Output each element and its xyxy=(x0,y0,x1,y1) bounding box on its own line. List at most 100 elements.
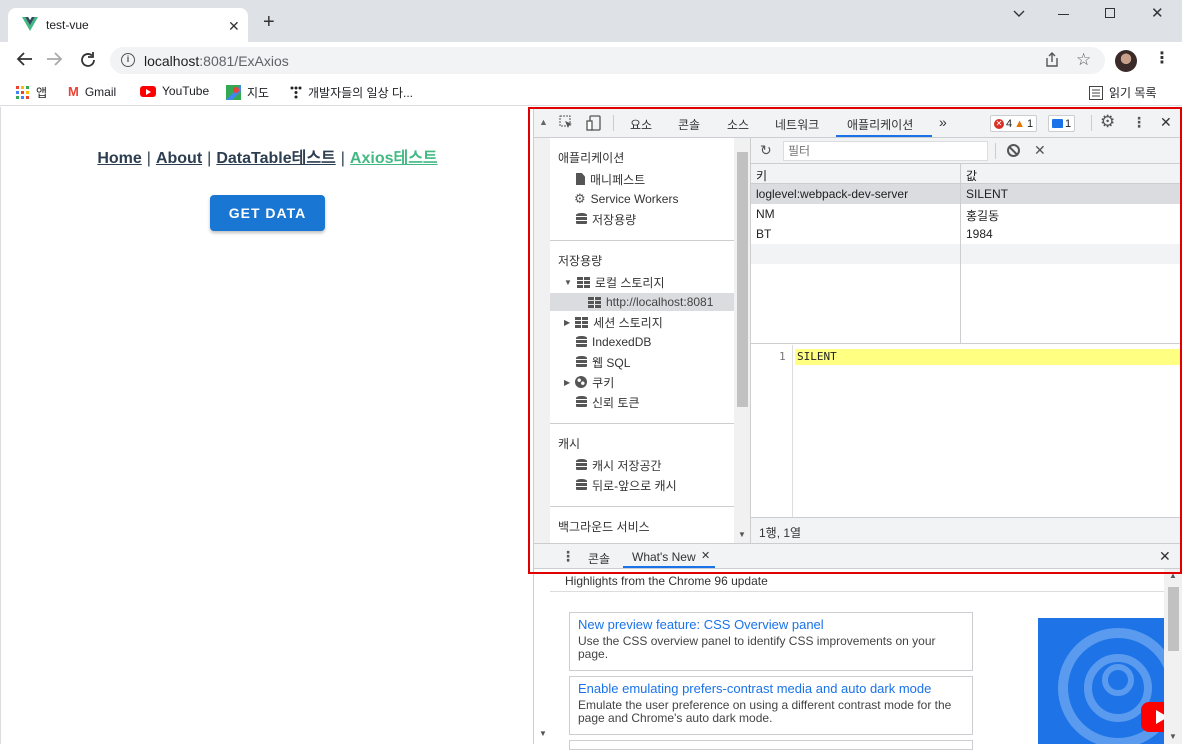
scroll-down-icon[interactable]: ▼ xyxy=(539,729,547,738)
close-drawer-icon[interactable]: ✕ xyxy=(1159,548,1171,565)
inspect-element-icon[interactable] xyxy=(559,115,574,130)
feature-card[interactable]: Enable emulating prefers-contrast media … xyxy=(569,676,973,735)
drawer-tab-console[interactable]: 콘솔 xyxy=(588,550,610,567)
nav-home-link[interactable]: Home xyxy=(97,150,141,167)
device-toolbar-icon[interactable] xyxy=(586,115,601,131)
scroll-up-icon[interactable]: ▲ xyxy=(1169,571,1177,580)
drawer-tab-bar: ⋮ 콘솔 What's New ✕ ✕ xyxy=(534,543,1182,569)
chrome-96-video-thumbnail[interactable] xyxy=(1038,618,1180,744)
minimize-icon[interactable] xyxy=(1058,14,1069,15)
drawer-menu-icon[interactable]: ⋮ xyxy=(561,548,575,565)
address-bar[interactable]: i localhost:8081/ExAxios ☆ xyxy=(110,47,1105,74)
close-tab-icon[interactable]: ✕ xyxy=(701,549,710,562)
bookmark-gmail[interactable]: M Gmail xyxy=(68,84,116,99)
avatar[interactable] xyxy=(1115,50,1137,72)
sidebar-item-service-workers[interactable]: ⚙ Service Workers xyxy=(574,190,678,208)
whats-new-scrollbar[interactable]: ▲ ▼ xyxy=(1164,569,1182,744)
devtools-menu-icon[interactable]: ⋮ xyxy=(1132,114,1146,131)
bookmark-apps[interactable]: 앱 xyxy=(16,84,47,101)
sidebar-section-background-services: 백그라운드 서비스 xyxy=(558,520,650,534)
whats-new-scroll-thumb[interactable] xyxy=(1168,587,1179,651)
scroll-up-icon[interactable]: ▲ xyxy=(539,117,548,127)
maximize-icon[interactable] xyxy=(1105,8,1115,18)
vue-logo-icon xyxy=(22,17,38,31)
devtools-tab-bar: ▲ 요소 콘솔 소스 네트워크 애플리케이션 » ✕ 4 ▲ 1 1 ⚙ ⋮ ✕ xyxy=(534,107,1182,138)
whats-new-panel: Highlights from the Chrome 96 update New… xyxy=(550,569,1180,750)
sidebar-item-local-origin[interactable]: http://localhost:8081 xyxy=(550,293,734,311)
tab-close-icon[interactable]: ✕ xyxy=(228,18,240,35)
table-row[interactable]: BT 1984 xyxy=(751,224,1182,244)
tab-elements[interactable]: 요소 xyxy=(630,116,652,133)
feature-card[interactable]: New preview feature: CSS Overview panel … xyxy=(569,612,973,671)
more-tabs-icon[interactable]: » xyxy=(939,114,947,130)
nav-axios-link[interactable]: Axios테스트 xyxy=(350,150,438,167)
close-window-icon[interactable]: ✕ xyxy=(1151,4,1164,22)
tab-search-icon[interactable] xyxy=(1013,10,1025,18)
line-number: 1 xyxy=(779,350,786,363)
close-devtools-icon[interactable]: ✕ xyxy=(1160,114,1172,131)
header-key[interactable]: 키 xyxy=(756,167,767,184)
bookmark-star-icon[interactable]: ☆ xyxy=(1076,50,1091,70)
url-text[interactable]: localhost:8081/ExAxios xyxy=(144,53,289,69)
delete-selected-icon[interactable]: ✕ xyxy=(1034,142,1046,159)
settings-gear-icon[interactable]: ⚙ xyxy=(1100,112,1115,132)
sidebar-item-local-storage[interactable]: ▼ 로컬 스토리지 xyxy=(564,273,665,291)
gmail-icon: M xyxy=(68,84,79,99)
site-info-icon[interactable]: i xyxy=(121,53,135,67)
tab-sources[interactable]: 소스 xyxy=(727,116,749,133)
clear-all-icon[interactable] xyxy=(1007,144,1020,157)
editor-line[interactable]: SILENT xyxy=(795,349,1182,365)
nav-separator: | xyxy=(207,150,212,167)
column-divider[interactable] xyxy=(960,164,961,344)
sidebar-scroll-thumb[interactable] xyxy=(737,152,748,407)
refresh-icon[interactable]: ↻ xyxy=(760,142,772,159)
table-row[interactable]: NM 홍길동 xyxy=(751,204,1182,224)
grid-icon xyxy=(588,296,601,308)
issues-counter[interactable]: ✕ 4 ▲ 1 xyxy=(990,115,1038,132)
sidebar-item-indexeddb[interactable]: IndexedDB xyxy=(576,333,651,351)
drawer-tab-whats-new[interactable]: What's New xyxy=(632,550,696,564)
tab-network[interactable]: 네트워크 xyxy=(775,116,819,133)
scroll-down-icon[interactable]: ▼ xyxy=(738,530,746,539)
sidebar-item-manifest[interactable]: 매니페스트 xyxy=(576,170,645,188)
browser-tab[interactable]: test-vue ✕ xyxy=(8,8,248,42)
scroll-down-icon[interactable]: ▼ xyxy=(1169,732,1177,741)
bookmark-dev-daily[interactable]: 개발자들의 일상 다... xyxy=(290,84,413,101)
sidebar-item-bfcache[interactable]: 뒤로-앞으로 캐시 xyxy=(576,476,677,494)
bookmark-maps[interactable]: 지도 xyxy=(226,84,269,101)
apps-grid-icon xyxy=(16,85,30,100)
nav-datatable-link[interactable]: DataTable테스트 xyxy=(216,150,335,167)
nav-about-link[interactable]: About xyxy=(156,150,202,167)
get-data-button[interactable]: GET DATA xyxy=(210,195,325,231)
filter-input[interactable] xyxy=(783,141,988,161)
sidebar-item-cache-storage[interactable]: 캐시 저장공간 xyxy=(576,456,662,474)
sidebar-divider xyxy=(550,423,734,424)
new-tab-icon[interactable]: + xyxy=(263,12,275,32)
message-count: 1 xyxy=(1065,117,1072,130)
sidebar-item-storage[interactable]: 저장용량 xyxy=(576,210,636,228)
tab-application[interactable]: 애플리케이션 xyxy=(847,116,913,133)
messages-counter[interactable]: 1 xyxy=(1048,115,1076,132)
back-icon[interactable] xyxy=(15,51,33,67)
share-icon[interactable] xyxy=(1044,52,1060,68)
active-tab-indicator xyxy=(836,135,932,137)
tab-console[interactable]: 콘솔 xyxy=(678,116,700,133)
value-editor[interactable]: 1 SILENT xyxy=(751,345,1182,517)
feature-title[interactable]: New preview feature: CSS Overview panel xyxy=(578,617,964,632)
feature-card[interactable] xyxy=(569,740,973,750)
toolbar-divider xyxy=(613,115,614,131)
sidebar-scrollbar[interactable]: ▼ xyxy=(734,138,750,543)
sidebar-item-session-storage[interactable]: ▶ 세션 스토리지 xyxy=(564,313,663,331)
bookmark-youtube[interactable]: YouTube xyxy=(140,84,209,98)
reload-icon[interactable] xyxy=(79,51,97,69)
sidebar-item-websql[interactable]: 웹 SQL xyxy=(576,353,630,371)
table-row[interactable]: loglevel:webpack-dev-server SILENT xyxy=(751,184,1182,204)
forward-icon[interactable] xyxy=(46,51,64,67)
feature-title[interactable]: Enable emulating prefers-contrast media … xyxy=(578,681,964,696)
header-value[interactable]: 값 xyxy=(966,167,977,184)
browser-menu-icon[interactable]: ⋮ xyxy=(1154,51,1170,67)
reading-list[interactable]: 읽기 목록 xyxy=(1089,84,1157,101)
sidebar-item-trust-tokens[interactable]: 신뢰 토큰 xyxy=(576,393,640,411)
toolbar-divider xyxy=(995,143,996,159)
sidebar-item-cookies[interactable]: ▶ 쿠키 xyxy=(564,373,614,391)
